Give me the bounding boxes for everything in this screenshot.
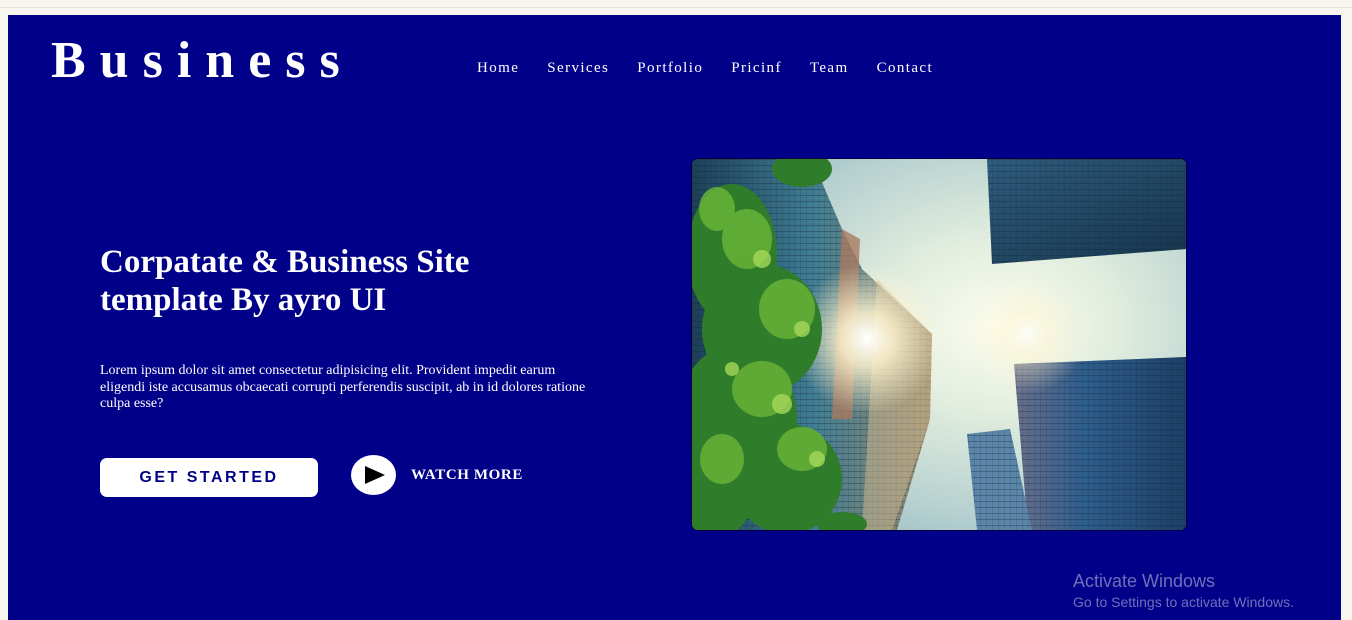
play-button[interactable]	[351, 455, 396, 495]
nav-contact[interactable]: Contact	[877, 60, 933, 77]
nav-services[interactable]: Services	[547, 60, 609, 77]
watch-more-label: WATCH MORE	[411, 466, 523, 483]
skyscrapers-photo	[692, 159, 1186, 530]
brand-logo[interactable]: Business	[51, 33, 354, 89]
main-nav: Home Services Portfolio Pricinf Team Con…	[477, 60, 961, 77]
nav-home[interactable]: Home	[477, 60, 519, 77]
landing-page: Business Home Services Portfolio Pricinf…	[8, 15, 1341, 620]
nav-team[interactable]: Team	[810, 60, 849, 77]
nav-portfolio[interactable]: Portfolio	[637, 60, 703, 77]
watch-more-button[interactable]: WATCH MORE	[351, 455, 523, 495]
activate-windows-watermark: Activate Windows Go to Settings to activ…	[1073, 572, 1294, 609]
get-started-button[interactable]: GET STARTED	[100, 458, 318, 497]
browser-top-strip	[0, 0, 1352, 8]
activate-windows-title: Activate Windows	[1073, 571, 1216, 591]
hero-description: Lorem ipsum dolor sit amet consectetur a…	[100, 363, 586, 411]
hero-image	[691, 158, 1187, 531]
activate-windows-subtitle: Go to Settings to activate Windows.	[1073, 594, 1294, 610]
play-icon	[364, 466, 385, 484]
nav-pricing[interactable]: Pricinf	[731, 60, 782, 77]
hero-title: Corpatate & Business Site template By ay…	[100, 244, 470, 318]
